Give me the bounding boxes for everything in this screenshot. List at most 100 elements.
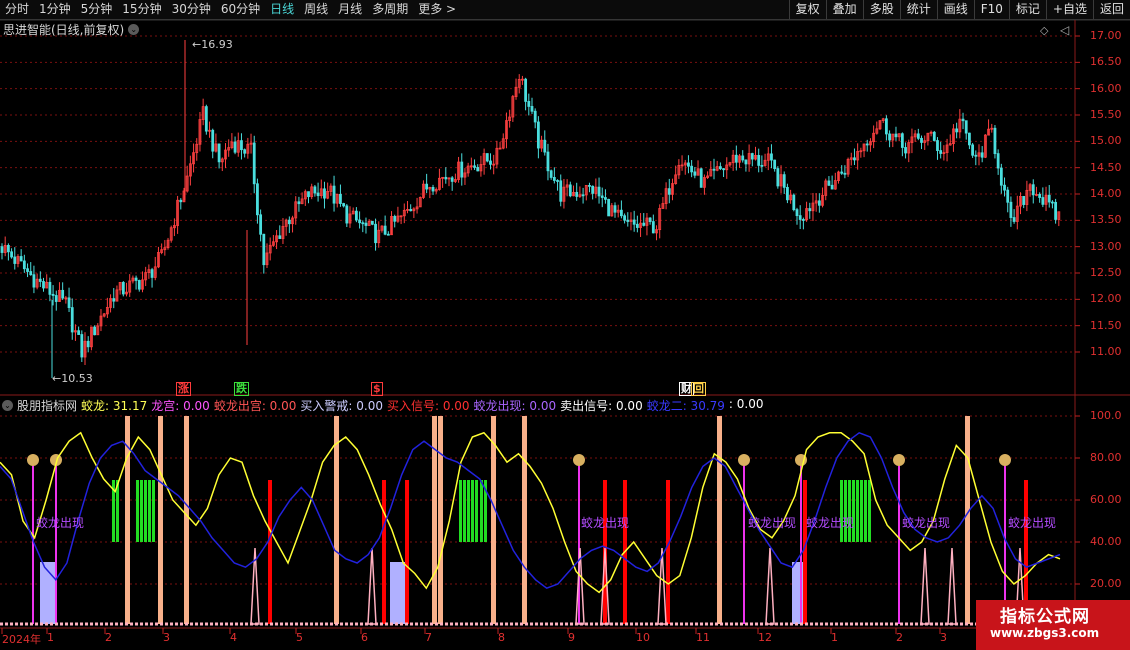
buy-warning-block: [390, 562, 406, 624]
indicator-header: ⌄ 股朋指标网 蛟龙: 31.17 龙宫: 0.00 蛟龙出宫: 0.00 买入警戒:…: [2, 397, 772, 413]
candle-body: [70, 307, 74, 333]
candle-body: [651, 221, 655, 234]
candle-body: [776, 168, 780, 187]
candle-body: [67, 297, 71, 308]
pink-spike: [367, 547, 377, 625]
money-bag-icon: [738, 454, 750, 466]
candle-body: [936, 140, 939, 151]
buy-signal-spike: [268, 480, 272, 624]
price-tick-label: 16.50: [1090, 55, 1122, 69]
candle-body: [370, 220, 374, 225]
candle-body: [121, 282, 125, 295]
candle-body: [383, 225, 387, 235]
sell-signal-bar: [965, 416, 970, 624]
candle-body: [734, 154, 738, 163]
candle-body: [61, 289, 65, 299]
candle-body: [112, 298, 116, 302]
candle-body: [42, 281, 45, 289]
chevron-down-icon[interactable]: ⌄: [2, 400, 13, 411]
candle-body: [996, 153, 1000, 169]
price-tick-label: 17.00: [1090, 29, 1122, 42]
candle-body: [211, 129, 215, 152]
diamond-icon[interactable]: ◇: [1040, 24, 1048, 37]
candle-body: [667, 188, 671, 195]
candle-body: [217, 143, 221, 163]
candle-body: [607, 198, 611, 217]
candle-body: [773, 159, 777, 170]
price-tick-label: 11.50: [1090, 318, 1122, 332]
buy-signal-spike: [405, 480, 409, 624]
price-tick-label: 14.00: [1090, 187, 1122, 200]
buy-warning-block: [792, 562, 804, 624]
sell-signal-bar: [491, 416, 496, 624]
candle-body: [568, 184, 572, 197]
candle-body: [974, 154, 978, 157]
candle-body: [920, 137, 923, 143]
watermark-url: www.zbgs3.com: [990, 626, 1100, 640]
time-axis-label: 1: [47, 631, 54, 644]
candle-body: [795, 209, 799, 217]
candle-body: [964, 120, 968, 134]
candle-body: [613, 205, 617, 213]
candle-body: [750, 153, 754, 160]
candle-body: [552, 177, 556, 181]
money-bag-icon: [893, 454, 905, 466]
watermark-title: 指标公式网: [1000, 607, 1090, 627]
candle-body: [980, 152, 984, 158]
money-bag-icon: [27, 454, 39, 466]
candle-body: [635, 223, 639, 228]
candle-body: [604, 197, 607, 200]
sell-signal-bar: [438, 416, 443, 624]
candle-body: [808, 208, 812, 212]
money-bag-icon: [573, 454, 585, 466]
indicator-field: 蛟龙二: 30.79: [646, 399, 725, 413]
time-axis-label: 7: [425, 631, 432, 644]
candle-body: [10, 251, 13, 258]
candle-body: [450, 177, 454, 182]
candle-body: [32, 274, 36, 288]
candle-body: [1003, 184, 1006, 191]
event-marker[interactable]: 回: [691, 382, 706, 396]
green-signal-bar: [860, 480, 863, 542]
panel-toggle-icon[interactable]: ◁: [1060, 23, 1069, 37]
candle-body: [134, 277, 138, 281]
candle-body: [1038, 193, 1042, 198]
low-price-label: ←10.53: [52, 372, 93, 385]
candle-body: [361, 222, 365, 225]
candle-body: [798, 215, 802, 220]
candle-body: [1006, 189, 1010, 203]
time-axis-label: 5: [296, 631, 303, 644]
candle-body: [757, 155, 761, 166]
indicator-field: 蛟龙出现: 0.00: [473, 399, 557, 413]
candle-body: [48, 281, 52, 295]
candle-body: [900, 133, 904, 148]
candle-body: [623, 215, 626, 221]
candle-body: [632, 219, 636, 225]
candle-body: [932, 131, 936, 141]
sell-signal-bar: [334, 416, 339, 624]
money-bag-icon: [999, 454, 1011, 466]
candle-body: [307, 191, 310, 198]
candle-body: [393, 216, 397, 222]
candle-body: [556, 180, 559, 182]
event-marker[interactable]: $: [371, 382, 383, 396]
candle-body: [530, 106, 534, 112]
candle-body: [0, 246, 4, 253]
candle-body: [1051, 201, 1054, 204]
candle-body: [38, 278, 42, 282]
candle-body: [718, 166, 722, 170]
indicator-tick-label: 40.00: [1090, 535, 1122, 548]
event-marker[interactable]: 跌: [234, 382, 249, 396]
price-tick-label: 16.00: [1090, 81, 1122, 95]
candle-body: [233, 141, 237, 153]
time-axis-label: 4: [230, 631, 237, 644]
candle-body: [364, 222, 368, 226]
kline-chart[interactable]: [0, 0, 1130, 650]
event-marker[interactable]: 涨: [176, 382, 191, 396]
candle-body: [77, 330, 81, 335]
dragon-appear-label: 蛟龙出现: [806, 516, 855, 530]
price-tick-label: 12.00: [1090, 292, 1122, 306]
green-signal-bar: [856, 480, 859, 542]
chevron-down-icon[interactable]: ⌄: [128, 24, 140, 35]
price-tick-label: 15.50: [1090, 108, 1122, 121]
